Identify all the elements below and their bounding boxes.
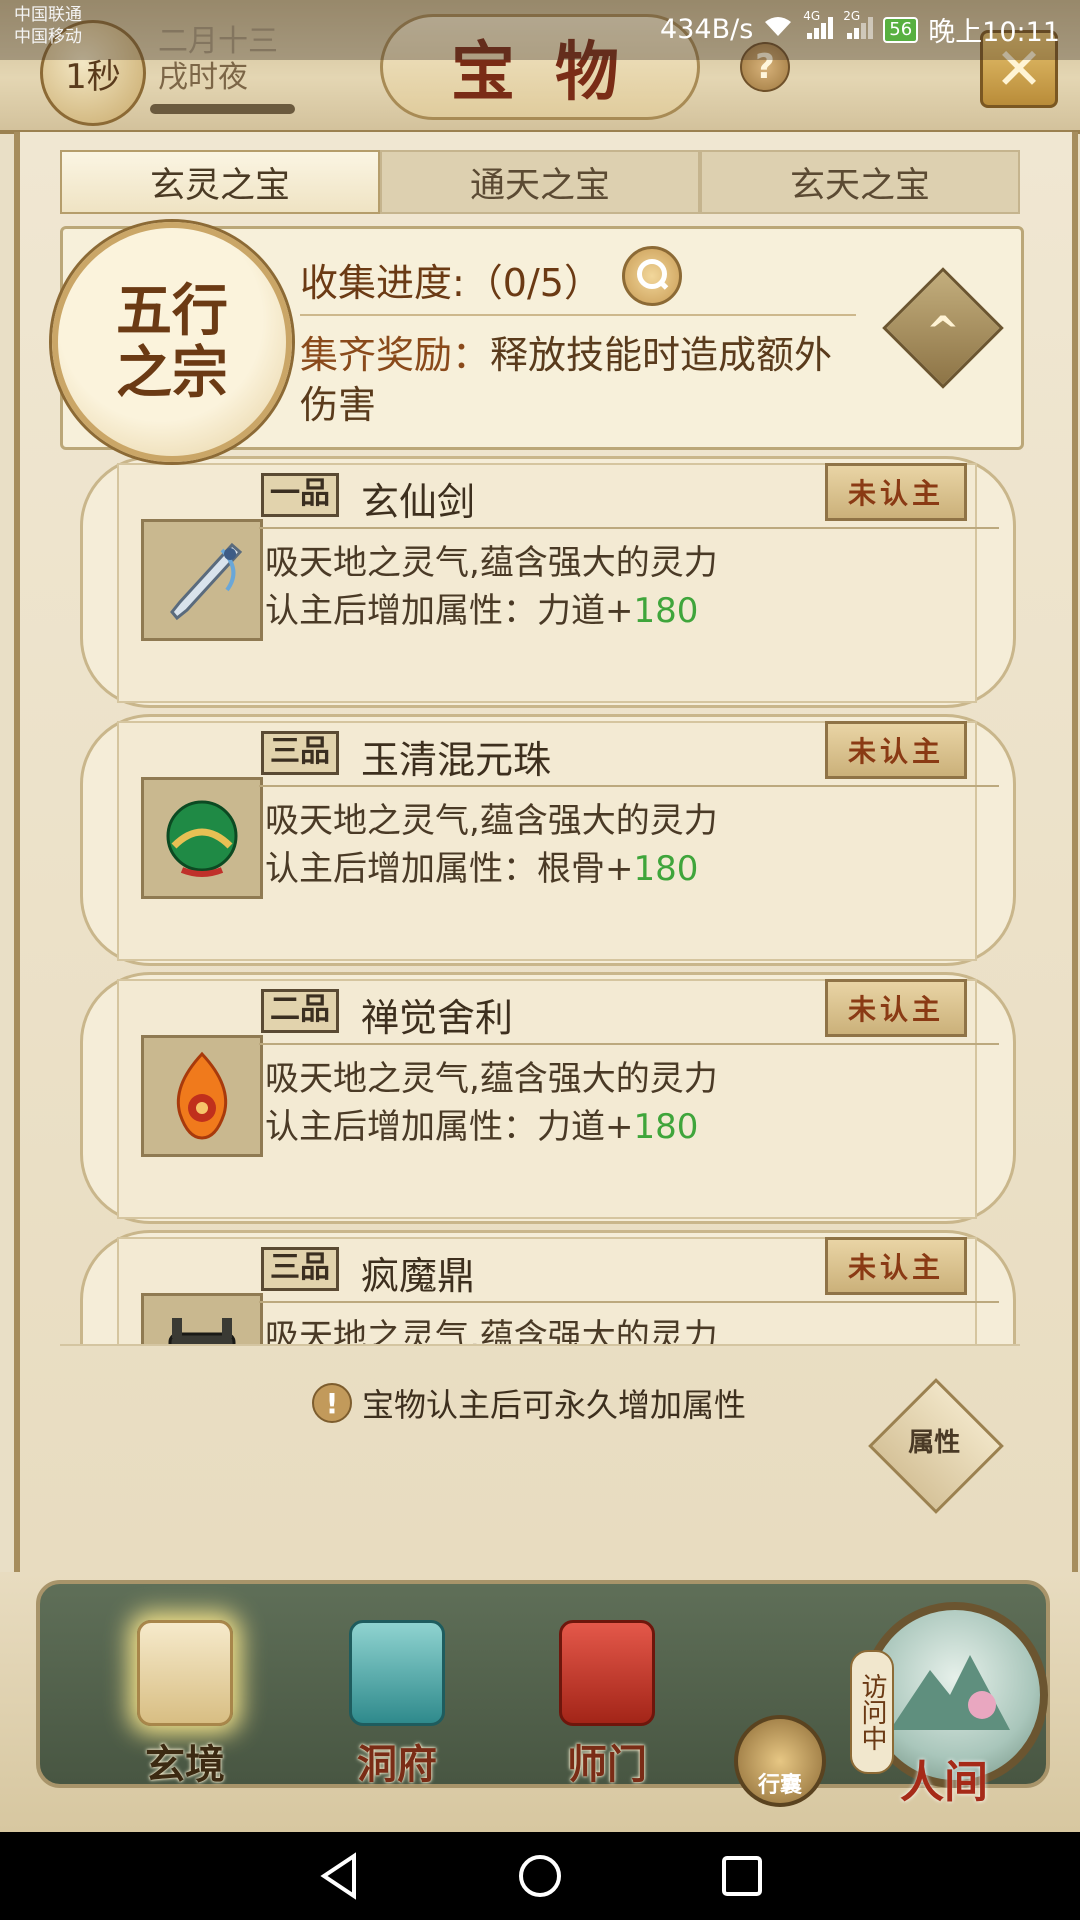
collection-progress: 收集进度:（0/5） xyxy=(300,261,602,305)
grade-badge: 二品 xyxy=(261,989,339,1033)
tab-xuantian[interactable]: 玄天之宝 xyxy=(700,150,1020,214)
sword-icon xyxy=(141,519,263,641)
nav-label: 师门 xyxy=(567,1741,647,1788)
treasure-attribute: 认主后增加属性：根骨+180 xyxy=(265,845,698,893)
system-nav-bar xyxy=(0,1832,1080,1920)
treasure-description: 吸天地之灵气,蕴含强大的灵力 xyxy=(265,801,718,841)
attr-value: 180 xyxy=(633,1107,699,1147)
attributes-label: 属性 xyxy=(908,1428,961,1459)
tab-tongtian[interactable]: 通天之宝 xyxy=(380,150,700,214)
bag-label: 行囊 xyxy=(757,1773,802,1798)
scroll-icon xyxy=(137,1620,233,1726)
signal-icon-2: 2G xyxy=(843,9,874,42)
nav-xuanjing[interactable]: 玄境 xyxy=(110,1620,260,1790)
signal-icon-1: 4G xyxy=(803,9,834,42)
divider xyxy=(259,527,999,529)
set-emblem-text: 五行之宗 xyxy=(116,278,228,406)
nav-shimen[interactable]: 师门 xyxy=(532,1620,682,1790)
attr-prefix: 认主后增加属性：力道+ xyxy=(265,591,634,631)
battery-icon: 56 xyxy=(883,16,919,43)
back-icon[interactable] xyxy=(318,1852,362,1900)
nav-dongfu[interactable]: 洞府 xyxy=(322,1620,472,1790)
clock: 晚上10:11 xyxy=(928,17,1060,48)
set-emblem: 五行之宗 xyxy=(52,222,292,462)
nav-label: 洞府 xyxy=(357,1741,437,1788)
grade-badge: 三品 xyxy=(261,1247,339,1291)
reward-key: 集齐奖励： xyxy=(300,333,491,377)
tab-xuanling[interactable]: 玄灵之宝 xyxy=(60,150,380,214)
carrier-info: 中国联通 中国移动 xyxy=(14,4,82,48)
grade-badge: 三品 xyxy=(261,731,339,775)
time-of-night: 戌时夜 xyxy=(158,60,248,95)
list-item[interactable]: 三品 疯魔鼎 未认主 吸天地之灵气,蕴含强大的灵力 xyxy=(80,1230,1016,1344)
world-label: 人间 xyxy=(900,1757,988,1808)
attr-value: 180 xyxy=(633,591,699,631)
chevron-up-icon: ^ xyxy=(926,309,960,356)
hint-label: 宝物认主后可永久增加属性 xyxy=(362,1386,747,1424)
treasure-attribute: 认主后增加属性：力道+180 xyxy=(265,587,698,635)
treasure-name: 玄仙剑 xyxy=(361,480,476,524)
hint-text: ! 宝物认主后可永久增加属性 xyxy=(312,1380,746,1426)
nav-label: 玄境 xyxy=(145,1741,225,1788)
treasure-tabs: 玄灵之宝 通天之宝 玄天之宝 xyxy=(60,150,1020,214)
status-icons: 434B/s 4G 2G 56 晚上10:11 xyxy=(660,9,1060,49)
jade-orb-icon xyxy=(141,777,263,899)
set-reward: 集齐奖励：释放技能时造成额外伤害 xyxy=(300,330,860,430)
info-icon: ! xyxy=(312,1383,352,1423)
divider xyxy=(60,1344,1020,1346)
status-bar: 中国联通 中国移动 434B/s 4G 2G 56 晚上10:11 xyxy=(0,0,1080,60)
list-item[interactable]: 二品 禅觉舍利 未认主 吸天地之灵气,蕴含强大的灵力 认主后增加属性：力道+18… xyxy=(80,972,1016,1224)
treasure-attribute: 认主后增加属性：力道+180 xyxy=(265,1103,698,1151)
divider xyxy=(259,1043,999,1045)
treasure-description: 吸天地之灵气,蕴含强大的灵力 xyxy=(265,1317,718,1344)
carrier-1: 中国联通 xyxy=(14,5,82,25)
attr-value: 180 xyxy=(633,849,699,889)
attr-prefix: 认主后增加属性：力道+ xyxy=(265,1107,634,1147)
list-item[interactable]: 一品 玄仙剑 未认主 吸天地之灵气,蕴含强大的灵力 认主后增加属性：力道+180 xyxy=(80,456,1016,708)
divider xyxy=(259,1301,999,1303)
treasure-name: 疯魔鼎 xyxy=(361,1254,476,1298)
recents-icon[interactable] xyxy=(720,1852,764,1900)
divider xyxy=(300,314,856,316)
cauldron-icon xyxy=(141,1293,263,1344)
search-icon[interactable] xyxy=(622,246,682,306)
bind-status-button[interactable]: 未认主 xyxy=(825,463,967,521)
inventory-bag-button[interactable]: 行囊 xyxy=(734,1715,826,1807)
bind-status-button[interactable]: 未认主 xyxy=(825,979,967,1037)
time-progress-bar xyxy=(150,104,295,114)
flame-relic-icon xyxy=(141,1035,263,1157)
bind-status-button[interactable]: 未认主 xyxy=(825,721,967,779)
visiting-tag: 访问中 xyxy=(850,1650,894,1774)
carrier-2: 中国移动 xyxy=(14,27,82,47)
list-item[interactable]: 三品 玉清混元珠 未认主 吸天地之灵气,蕴含强大的灵力 认主后增加属性：根骨+1… xyxy=(80,714,1016,966)
treasure-list[interactable]: 一品 玄仙剑 未认主 吸天地之灵气,蕴含强大的灵力 认主后增加属性：力道+180… xyxy=(60,456,1020,1344)
home-icon[interactable] xyxy=(516,1852,564,1900)
treasure-name: 禅觉舍利 xyxy=(361,996,514,1040)
grade-badge: 一品 xyxy=(261,473,339,517)
banner-icon xyxy=(559,1620,655,1726)
network-speed: 434B/s xyxy=(660,14,754,45)
bind-status-button[interactable]: 未认主 xyxy=(825,1237,967,1295)
treasure-description: 吸天地之灵气,蕴含强大的灵力 xyxy=(265,1059,718,1099)
treasure-name: 玉清混元珠 xyxy=(361,738,552,782)
divider xyxy=(259,785,999,787)
treasure-description: 吸天地之灵气,蕴含强大的灵力 xyxy=(265,543,718,583)
attr-prefix: 认主后增加属性：根骨+ xyxy=(265,849,634,889)
pavilion-icon xyxy=(349,1620,445,1726)
wifi-icon xyxy=(763,14,793,45)
